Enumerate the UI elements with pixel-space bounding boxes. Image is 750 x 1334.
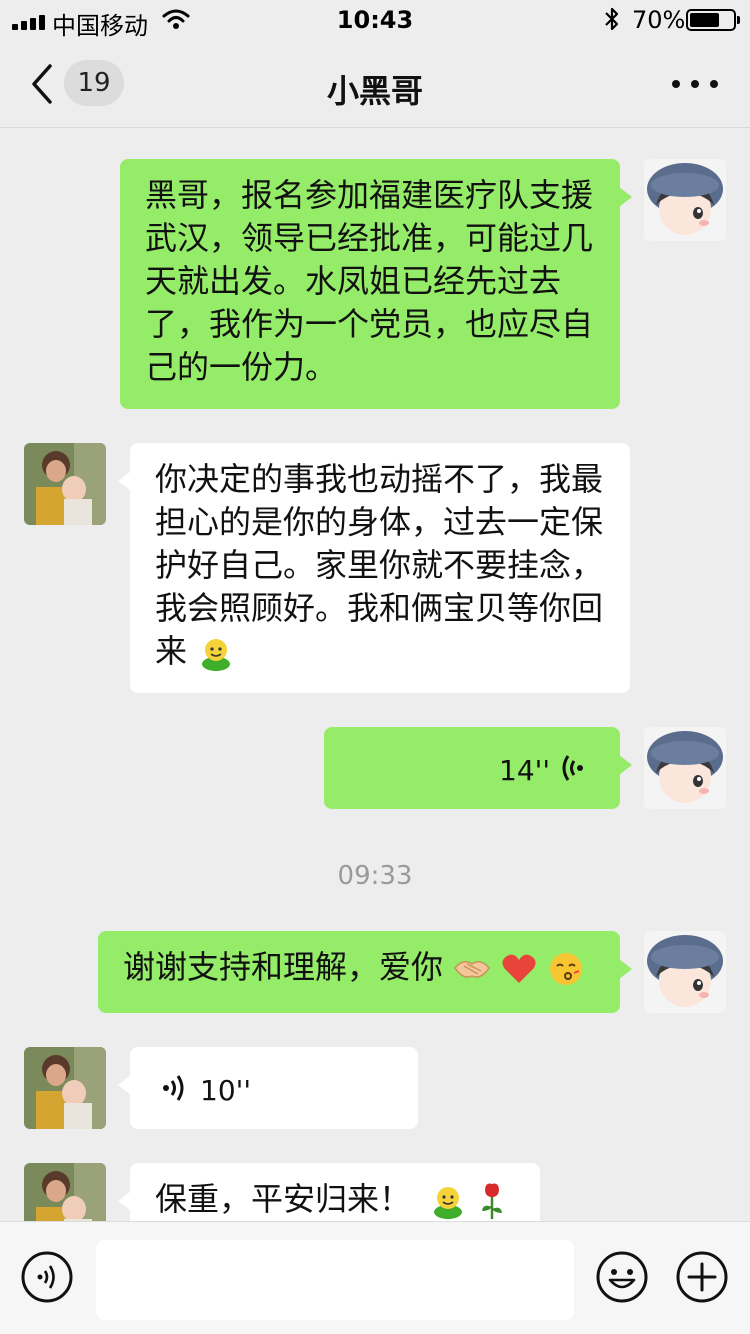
my-avatar[interactable] bbox=[644, 159, 726, 241]
voice-input-icon[interactable] bbox=[20, 1250, 74, 1304]
chat-timestamp: 09:33 bbox=[337, 861, 413, 891]
message-list[interactable]: 黑哥，报名参加福建医疗队支援武汉，领导已经批准，可能过几天就出发。水凤姐已经先过… bbox=[0, 129, 750, 1221]
chat-header: 19 小黑哥 bbox=[0, 40, 750, 128]
message-input[interactable] bbox=[96, 1240, 574, 1320]
battery-icon bbox=[686, 9, 740, 31]
voice-duration: 14'' bbox=[499, 754, 551, 787]
handshake-emoji bbox=[454, 961, 491, 978]
message-text: 谢谢支持和理解，爱你 bbox=[123, 948, 444, 986]
chat-title: 小黑哥 bbox=[326, 72, 423, 110]
more-dots-icon[interactable] bbox=[672, 76, 718, 92]
smile-green-emoji bbox=[202, 639, 231, 671]
voice-wave-icon bbox=[163, 1075, 184, 1101]
contact-avatar[interactable] bbox=[24, 1163, 106, 1221]
kiss-emoji bbox=[549, 953, 582, 985]
message-bubble[interactable]: 保重，平安归来！ bbox=[118, 1163, 540, 1221]
smile-green-emoji bbox=[434, 1187, 463, 1219]
emoji-face-icon[interactable] bbox=[595, 1250, 649, 1304]
message-bubble[interactable]: 黑哥，报名参加福建医疗队支援武汉，领导已经批准，可能过几天就出发。水凤姐已经先过… bbox=[120, 159, 632, 409]
status-bar: 中国移动 10:43 70% bbox=[0, 0, 750, 40]
message-bubble[interactable]: 你决定的事我也动摇不了，我最担心的是你的身体，过去一定保护好自己。家里你就不要挂… bbox=[118, 443, 630, 693]
input-bar bbox=[0, 1221, 750, 1334]
voice-wave-icon bbox=[562, 755, 583, 781]
contact-avatar[interactable] bbox=[24, 443, 106, 525]
message-bubble[interactable]: 谢谢支持和理解，爱你 bbox=[98, 931, 632, 1013]
message-text: 黑哥，报名参加福建医疗队支援武汉，领导已经批准，可能过几天就出发。水凤姐已经先过… bbox=[145, 176, 594, 386]
heart-emoji bbox=[502, 954, 536, 983]
message-text: 保重，平安归来！ bbox=[155, 1180, 412, 1218]
plus-icon[interactable] bbox=[675, 1250, 729, 1304]
rose-emoji bbox=[482, 1183, 503, 1219]
bluetooth-icon bbox=[605, 7, 619, 31]
my-avatar[interactable] bbox=[644, 931, 726, 1013]
contact-avatar[interactable] bbox=[24, 1047, 106, 1129]
voice-message-bubble[interactable]: 14'' bbox=[324, 727, 632, 809]
voice-duration: 10'' bbox=[200, 1074, 252, 1107]
my-avatar[interactable] bbox=[644, 727, 726, 809]
voice-message-bubble[interactable]: 10'' bbox=[118, 1047, 418, 1129]
battery-percent: 70% bbox=[632, 6, 686, 34]
